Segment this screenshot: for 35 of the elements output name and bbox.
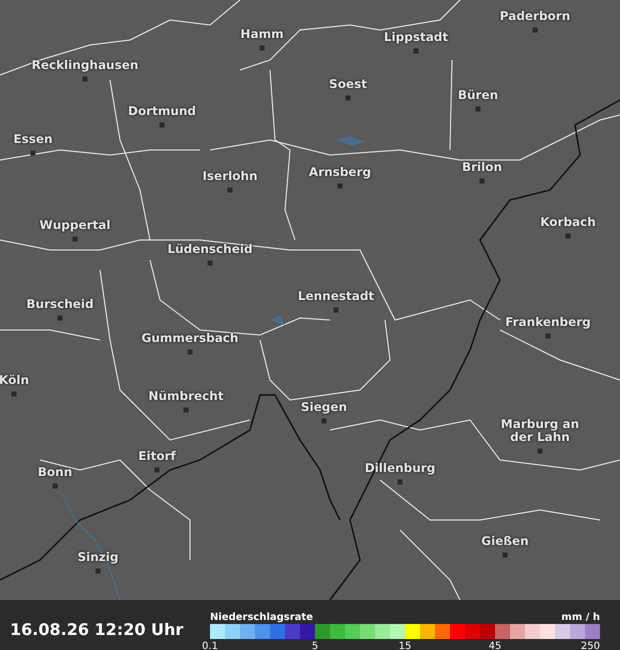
tick-label: 250 xyxy=(580,641,600,650)
city-label: Dortmund xyxy=(128,105,196,118)
city-label: Lennestadt xyxy=(298,290,374,303)
city-label: Büren xyxy=(458,89,498,102)
city-label: Burscheid xyxy=(26,298,94,311)
city-label: Sinzig xyxy=(78,551,118,564)
city-label: Essen xyxy=(13,133,53,146)
tick-label: 15 xyxy=(398,641,412,650)
city-label: Bonn xyxy=(38,466,72,479)
city-label: Paderborn xyxy=(500,10,570,23)
city-label: Nümbrecht xyxy=(148,390,224,403)
city-label: Brilon xyxy=(462,161,502,174)
city-label: Gummersbach xyxy=(142,332,238,345)
city-label: Lippstadt xyxy=(384,31,448,44)
unit-label: mm / h xyxy=(561,611,600,624)
city-label: Iserlohn xyxy=(202,170,258,183)
city-label: Gießen xyxy=(481,535,529,548)
city-label: Eitorf xyxy=(138,450,176,463)
legend-title: Niederschlagsrate xyxy=(210,611,313,624)
tick-label: 45 xyxy=(488,641,502,650)
city-label: Wuppertal xyxy=(40,219,110,232)
city-label: Köln xyxy=(0,374,29,387)
timestamp: 16.08.26 12:20 Uhr xyxy=(10,618,184,638)
city-label: Hamm xyxy=(240,28,284,41)
tick-label: 5 xyxy=(312,641,318,650)
city-label: Marburg an der Lahn xyxy=(500,418,580,444)
city-label: Dillenburg xyxy=(364,462,436,475)
city-label: Soest xyxy=(329,78,367,91)
city-label: Lüdenscheid xyxy=(167,243,253,256)
tick-label: 0.1 xyxy=(202,641,218,650)
city-label: Frankenberg xyxy=(505,316,591,329)
city-label: Siegen xyxy=(300,401,348,414)
city-label: Recklinghausen xyxy=(32,59,138,72)
city-label: Arnsberg xyxy=(308,166,372,179)
city-label: Korbach xyxy=(540,216,596,229)
